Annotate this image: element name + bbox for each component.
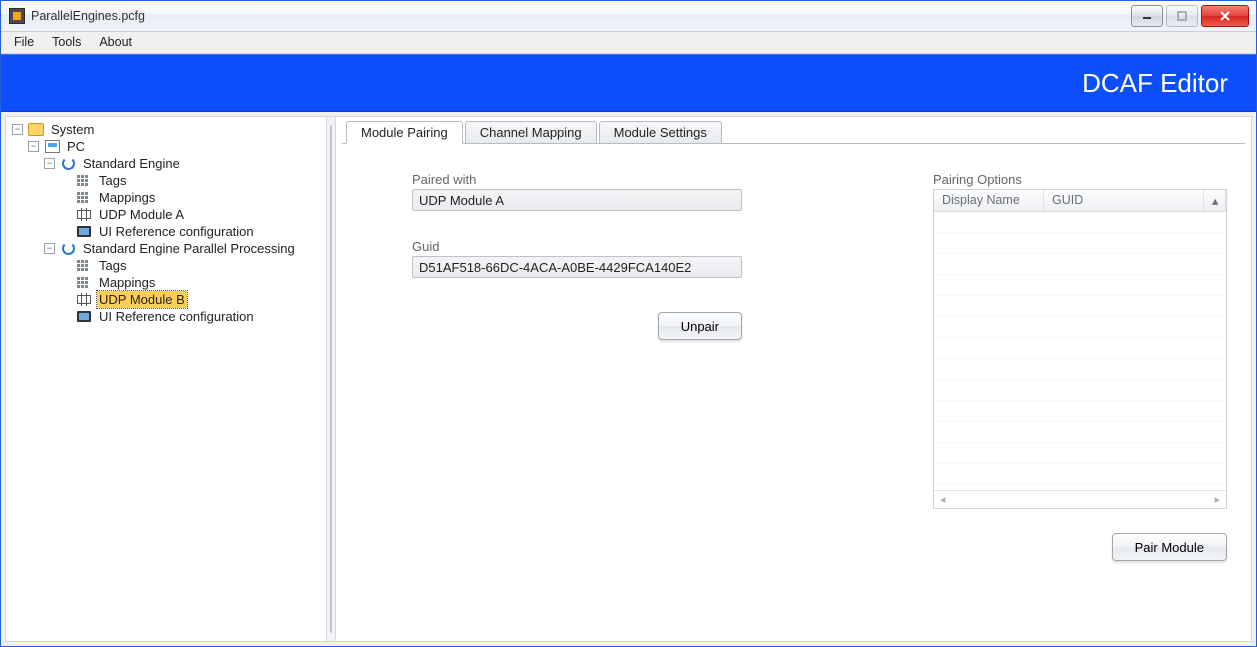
pairing-options-heading: Pairing Options (933, 172, 1227, 187)
maximize-button[interactable] (1166, 5, 1198, 27)
tab-channel-mapping[interactable]: Channel Mapping (465, 121, 597, 144)
grid-scrollbar[interactable]: ◂▸ (934, 490, 1226, 508)
tree-label: UDP Module A (97, 206, 186, 223)
tree-label: UI Reference configuration (97, 223, 256, 240)
folder-icon (28, 122, 44, 138)
tree-node-udp-b[interactable]: UDP Module B (58, 291, 322, 308)
tree-node-ui-ref-2[interactable]: UI Reference configuration (58, 308, 322, 325)
tree-node-system[interactable]: − System − PC (10, 121, 322, 325)
minimize-button[interactable] (1131, 5, 1163, 27)
dots-icon (76, 275, 92, 291)
minimize-icon (1142, 11, 1152, 21)
tree-label: Mappings (97, 189, 157, 206)
grid-body[interactable] (934, 212, 1226, 490)
window-controls (1131, 5, 1252, 27)
app-window: ParallelEngines.pcfg File Tools About DC… (0, 0, 1257, 647)
expander-icon[interactable]: − (44, 158, 55, 169)
expander-icon[interactable]: − (12, 124, 23, 135)
paired-with-label: Paired with (412, 172, 752, 187)
refresh-icon (60, 156, 76, 172)
scroll-up-icon[interactable]: ▴ (1204, 190, 1226, 211)
dots-icon (76, 173, 92, 189)
guid-label: Guid (412, 239, 752, 254)
tree-node-mappings-2[interactable]: Mappings (58, 274, 322, 291)
splitter[interactable] (326, 117, 336, 641)
tree-node-engine-1[interactable]: − Standard Engine Tags Mappings UDP Modu… (42, 155, 322, 240)
pc-icon (44, 139, 60, 155)
tabstrip: Module Pairing Channel Mapping Module Se… (342, 120, 1245, 144)
tree-node-mappings[interactable]: Mappings (58, 189, 322, 206)
tree-label: System (49, 121, 96, 138)
tree-label: Standard Engine Parallel Processing (81, 240, 297, 257)
tree-label-selected: UDP Module B (97, 291, 187, 308)
tab-module-pairing[interactable]: Module Pairing (346, 121, 463, 144)
chip-icon (76, 207, 92, 223)
close-icon (1219, 11, 1231, 21)
screen-icon (76, 309, 92, 325)
tree-node-tags-2[interactable]: Tags (58, 257, 322, 274)
maximize-icon (1177, 11, 1187, 21)
expander-icon[interactable]: − (28, 141, 39, 152)
guid-field: D51AF518-66DC-4ACA-A0BE-4429FCA140E2 (412, 256, 742, 278)
tree-node-pc[interactable]: − PC − Standard Engine (26, 138, 322, 325)
tree-node-ui-ref-1[interactable]: UI Reference configuration (58, 223, 322, 240)
dots-icon (76, 190, 92, 206)
screen-icon (76, 224, 92, 240)
expander-icon[interactable]: − (44, 243, 55, 254)
paired-with-field: UDP Module A (412, 189, 742, 211)
refresh-icon (60, 241, 76, 257)
tree-label: UI Reference configuration (97, 308, 256, 325)
grid-header: Display Name GUID ▴ (934, 190, 1226, 212)
banner-title: DCAF Editor (1082, 68, 1228, 99)
menu-about[interactable]: About (90, 32, 141, 53)
pairing-form: Paired with UDP Module A Guid D51AF518-6… (412, 172, 752, 621)
content-panel: Module Pairing Channel Mapping Module Se… (336, 117, 1251, 641)
pairing-options: Pairing Options Display Name GUID ▴ ◂▸ P… (933, 172, 1233, 621)
tree-label: PC (65, 138, 87, 155)
tab-module-settings[interactable]: Module Settings (599, 121, 722, 144)
grid-col-guid[interactable]: GUID (1044, 190, 1204, 211)
body: − System − PC (5, 116, 1252, 642)
tree-label: Tags (97, 257, 128, 274)
window-title: ParallelEngines.pcfg (31, 9, 1131, 23)
pairing-options-grid[interactable]: Display Name GUID ▴ ◂▸ (933, 189, 1227, 509)
unpair-button[interactable]: Unpair (658, 312, 742, 340)
menu-tools[interactable]: Tools (43, 32, 90, 53)
tree-node-udp-a[interactable]: UDP Module A (58, 206, 322, 223)
scroll-left-icon[interactable]: ◂ (934, 493, 952, 506)
tree-panel[interactable]: − System − PC (6, 117, 326, 641)
scroll-right-icon[interactable]: ▸ (1208, 493, 1226, 506)
tree-node-engine-2[interactable]: − Standard Engine Parallel Processing Ta… (42, 240, 322, 325)
dots-icon (76, 258, 92, 274)
tree-node-tags[interactable]: Tags (58, 172, 322, 189)
app-icon (9, 8, 25, 24)
tab-content: Paired with UDP Module A Guid D51AF518-6… (342, 144, 1245, 631)
grid-col-display-name[interactable]: Display Name (934, 190, 1044, 211)
close-button[interactable] (1201, 5, 1249, 27)
chip-icon (76, 292, 92, 308)
tree-label: Standard Engine (81, 155, 182, 172)
tree-label: Tags (97, 172, 128, 189)
tree-label: Mappings (97, 274, 157, 291)
titlebar: ParallelEngines.pcfg (1, 1, 1256, 32)
pair-module-button[interactable]: Pair Module (1112, 533, 1227, 561)
app-banner: DCAF Editor (1, 54, 1256, 112)
menubar: File Tools About (1, 32, 1256, 54)
menu-file[interactable]: File (5, 32, 43, 53)
